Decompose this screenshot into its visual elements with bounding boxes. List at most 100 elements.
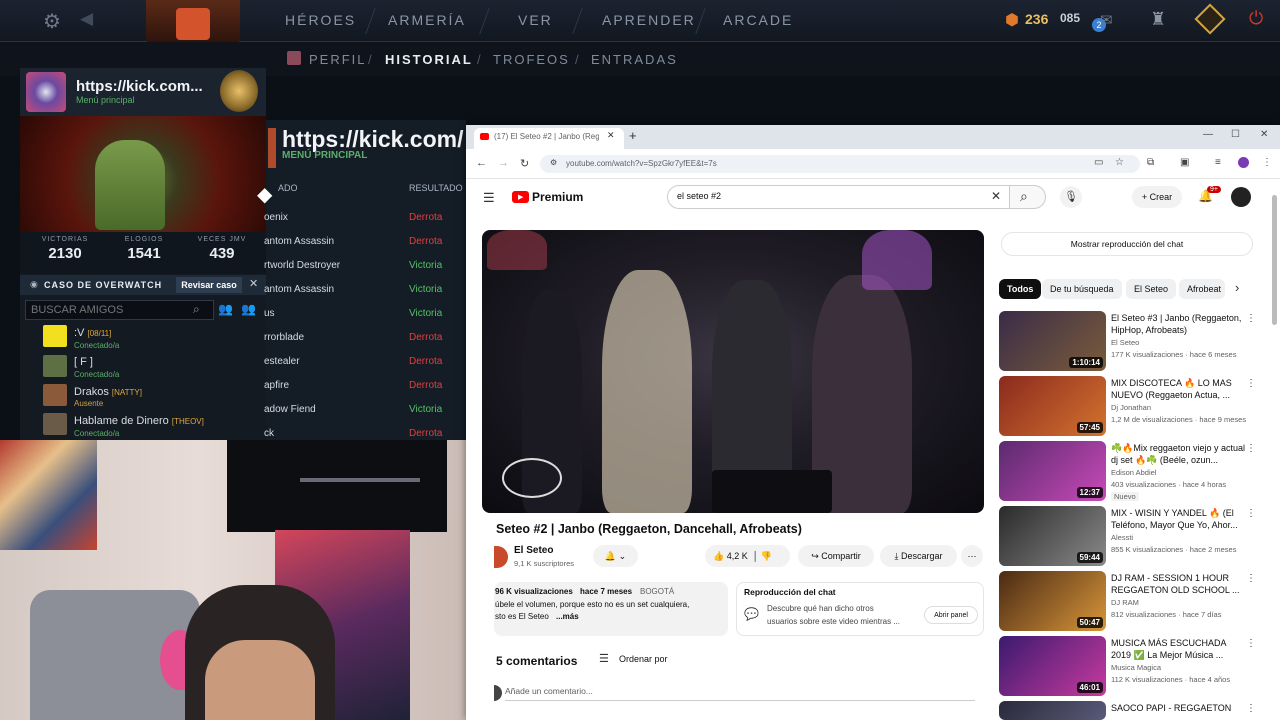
like-dislike-group[interactable]: 👍 4,2 K │ 👎 [705, 545, 790, 567]
like-icon[interactable]: 👍 [713, 551, 724, 561]
friend-avatar[interactable] [43, 384, 67, 406]
site-info-icon[interactable]: ⚙ [550, 158, 557, 167]
reload-icon[interactable]: ↻ [520, 157, 529, 170]
rec-thumbnail[interactable]: 12:37 [999, 441, 1106, 501]
search-icon[interactable]: ⌕ [193, 302, 200, 317]
subnav-perfil[interactable]: PERFIL [309, 52, 367, 67]
profile-avatar[interactable] [26, 72, 66, 112]
nav-ver[interactable]: VER [518, 12, 553, 28]
nav-heroes[interactable]: HÉROES [285, 12, 356, 28]
bookmark-star-icon[interactable]: ☆ [1115, 157, 1124, 168]
rec-thumbnail[interactable]: 59:44 [999, 506, 1106, 566]
rec-title[interactable]: SAOCO PAPI - REGGAETON [1111, 702, 1246, 714]
history-hero-name[interactable]: antom Assassin [264, 284, 334, 295]
youtube-search-button[interactable] [1010, 185, 1046, 209]
forward-icon[interactable]: → [498, 157, 509, 169]
add-friend-icon[interactable]: 👥 [218, 302, 233, 316]
rec-title[interactable]: El Seteo #3 | Janbo (Reggaeton, HipHop, … [1111, 312, 1246, 336]
mail-icon[interactable]: ✉ [1100, 11, 1113, 29]
rec-channel[interactable]: El Seteo [1111, 338, 1251, 347]
open-panel-button[interactable]: Abrir panel [924, 606, 978, 624]
history-hero-name[interactable]: estealer [264, 356, 300, 367]
review-case-button[interactable]: Revisar caso [176, 277, 242, 293]
armory-icon[interactable]: ♜ [1150, 9, 1166, 30]
history-hero-name[interactable]: rrorblade [264, 332, 304, 343]
back-icon[interactable]: ← [476, 157, 487, 169]
rec-title[interactable]: MIX DISCOTECA 🔥 LO MAS NUEVO (Reggaeton … [1111, 377, 1246, 401]
sort-icon[interactable]: ☰ [599, 652, 609, 665]
history-hero-name[interactable]: adow Fiend [264, 404, 316, 415]
more-options-icon[interactable]: ⋮ [1246, 443, 1256, 454]
friend-name[interactable]: :V [08/11] [74, 327, 111, 339]
browser-menu-icon[interactable]: ⋮ [1262, 157, 1272, 168]
share-button[interactable]: ↪ Compartir [798, 545, 874, 567]
friends-search-input[interactable] [25, 300, 214, 320]
account-avatar[interactable] [1231, 187, 1251, 207]
show-more-link[interactable]: ...más [556, 612, 579, 621]
close-icon[interactable]: ✕ [249, 277, 258, 290]
power-icon[interactable]: ⏻ [1249, 8, 1263, 29]
media-icon[interactable]: ≡ [1215, 157, 1221, 168]
subnav-trofeos[interactable]: TROFEOS [493, 52, 570, 67]
friend-avatar[interactable] [43, 355, 67, 377]
more-actions-button[interactable]: ⋯ [961, 545, 983, 567]
nav-aprender[interactable]: APRENDER [602, 12, 696, 28]
rec-channel[interactable]: Edison Abdiel [1111, 468, 1251, 477]
subscription-bell-button[interactable]: 🔔 ⌄ [593, 545, 638, 567]
clear-search-icon[interactable]: ✕ [991, 189, 1001, 203]
more-options-icon[interactable]: ⋮ [1246, 573, 1256, 584]
minimize-icon[interactable]: — [1203, 129, 1213, 140]
history-hero-name[interactable]: us [264, 308, 275, 319]
rec-channel[interactable]: Dj Jonathan [1111, 403, 1251, 412]
hamburger-menu-icon[interactable]: ☰ [483, 190, 495, 206]
show-chat-replay-button[interactable]: Mostrar reproducción del chat [1001, 232, 1253, 256]
dislike-icon[interactable]: 👎 [761, 551, 772, 561]
cast-icon[interactable]: ▭ [1094, 157, 1103, 168]
rec-channel[interactable]: Alessti [1111, 533, 1251, 542]
rec-thumbnail[interactable]: 57:45 [999, 376, 1106, 436]
subnav-historial[interactable]: HISTORIAL [385, 52, 473, 67]
rec-thumbnail[interactable] [999, 701, 1106, 720]
rec-thumbnail[interactable]: 46:01 [999, 636, 1106, 696]
profile-name[interactable]: https://kick.com... [76, 78, 203, 95]
sidebar-icon[interactable]: ▣ [1180, 157, 1189, 168]
chip-afrobeat[interactable]: Afrobeat [1179, 279, 1225, 299]
channel-name[interactable]: El Seteo [514, 545, 553, 556]
history-hero-name[interactable]: antom Assassin [264, 236, 334, 247]
gear-icon[interactable]: ⚙ [43, 9, 61, 34]
friend-avatar[interactable] [43, 413, 67, 435]
subnav-entradas[interactable]: ENTRADAS [591, 52, 678, 67]
chip-from-search[interactable]: De tu búsqueda [1042, 279, 1122, 299]
new-tab-icon[interactable]: + [629, 128, 637, 143]
rec-title[interactable]: ☘️🔥Mix reggaeton viejo y actual dj set 🔥… [1111, 442, 1246, 466]
friend-name[interactable]: [ F ] [74, 356, 93, 368]
comment-input[interactable]: Añade un comentario... [505, 686, 593, 696]
rec-thumbnail[interactable]: 1:10:14 [999, 311, 1106, 371]
more-options-icon[interactable]: ⋮ [1246, 508, 1256, 519]
history-hero-name[interactable]: ck [264, 428, 274, 439]
chevron-right-icon[interactable]: › [1235, 280, 1239, 295]
window-close-icon[interactable]: ✕ [1260, 129, 1268, 140]
page-scrollbar[interactable] [1272, 195, 1277, 325]
friend-avatar[interactable] [43, 325, 67, 347]
nav-armeria[interactable]: ARMERÍA [388, 12, 466, 28]
friend-name[interactable]: Drakos [NATTY] [74, 386, 142, 398]
more-options-icon[interactable]: ⋮ [1246, 378, 1256, 389]
more-options-icon[interactable]: ⋮ [1246, 313, 1256, 324]
create-button[interactable]: + Crear [1132, 186, 1182, 208]
video-player[interactable] [482, 230, 984, 513]
download-button[interactable]: ⤓ Descargar [880, 545, 957, 567]
sort-by-button[interactable]: Ordenar por [619, 654, 668, 664]
maximize-icon[interactable]: ☐ [1231, 129, 1240, 140]
more-options-icon[interactable]: ⋮ [1246, 638, 1256, 649]
friends-options-icon[interactable]: 👥 [241, 302, 256, 316]
nav-arcade[interactable]: ARCADE [723, 12, 793, 28]
chip-all[interactable]: Todos [999, 279, 1042, 299]
rec-title[interactable]: DJ RAM - SESSION 1 HOUR REGGAETON OLD SC… [1111, 572, 1246, 596]
rec-channel[interactable]: DJ RAM [1111, 598, 1251, 607]
extensions-icon[interactable]: ⧉ [1147, 157, 1154, 168]
rec-thumbnail[interactable]: 50:47 [999, 571, 1106, 631]
rec-title[interactable]: MIX - WISIN Y YANDEL 🔥 (El Teléfono, May… [1111, 507, 1246, 531]
browser-profile-avatar[interactable] [1238, 157, 1249, 168]
back-arrow-icon[interactable]: ◀ [80, 9, 93, 29]
